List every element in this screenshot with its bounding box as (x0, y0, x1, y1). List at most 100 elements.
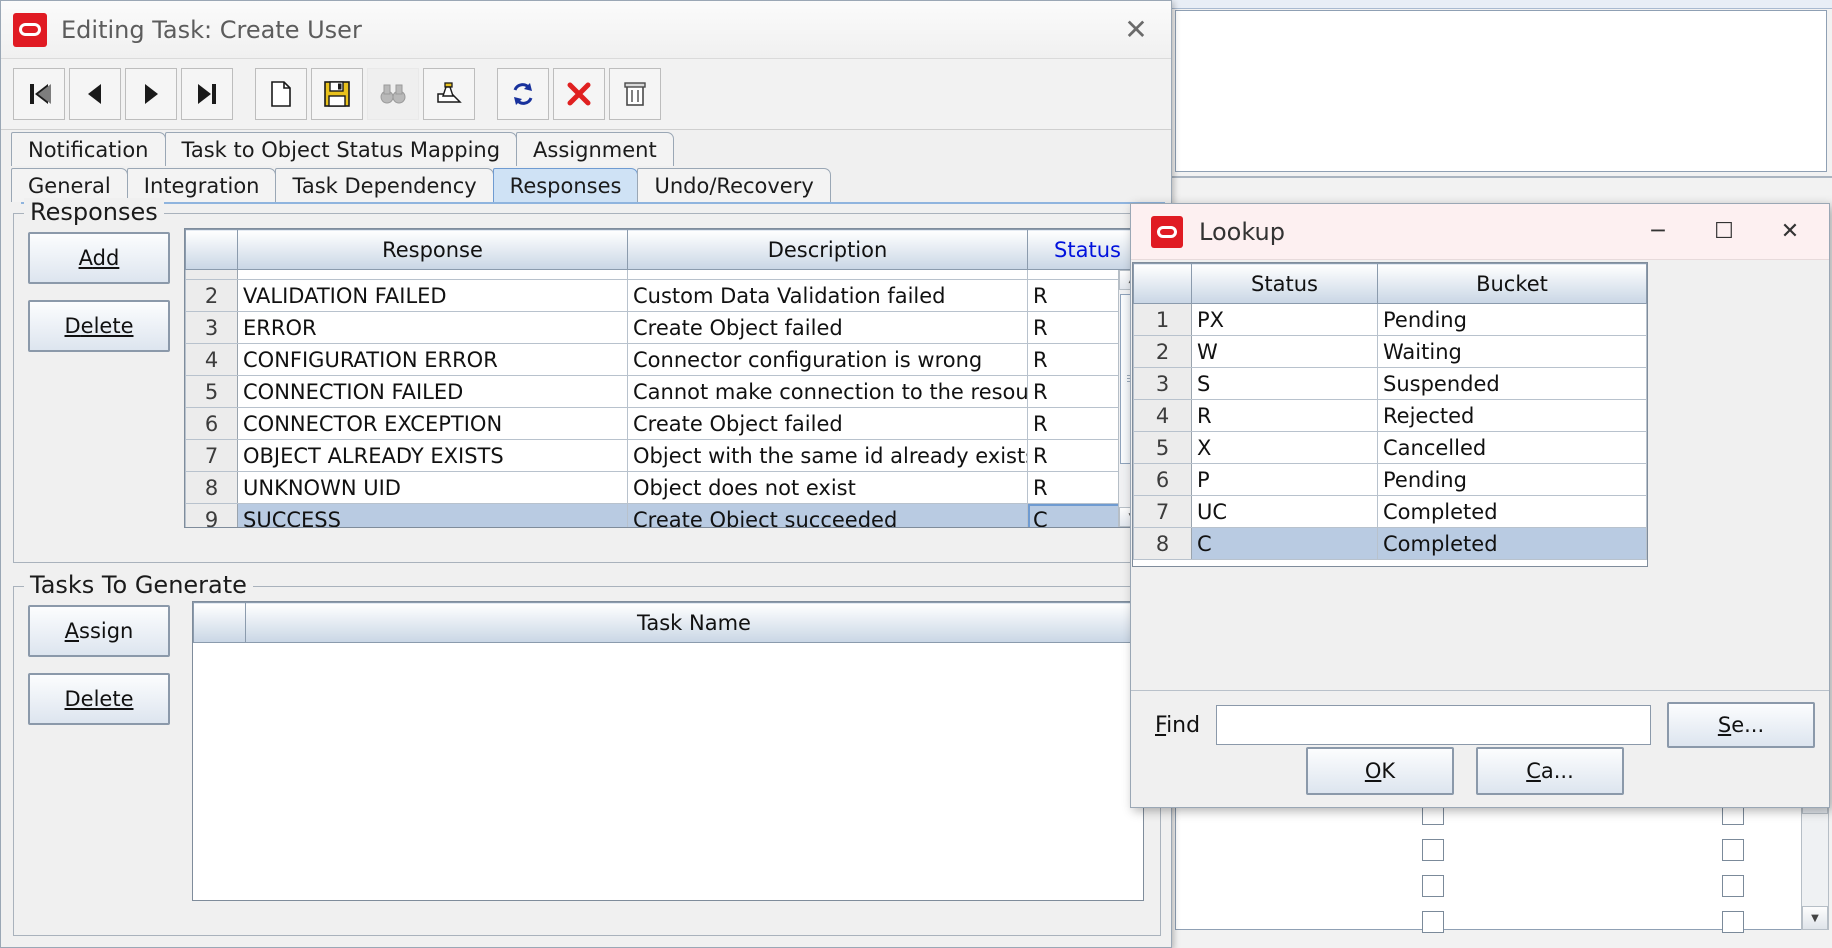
find-button[interactable] (367, 68, 419, 120)
table-row[interactable]: 7 UC Completed (1133, 495, 1647, 528)
trash-button[interactable] (609, 68, 661, 120)
table-row[interactable]: 7 OBJECT ALREADY EXISTS Object with the sa… (185, 439, 1145, 472)
description-cell[interactable]: Create Object succeeded (627, 503, 1028, 527)
description-cell[interactable]: Create Object failed (627, 311, 1028, 344)
find-input[interactable] (1216, 705, 1651, 745)
bucket-cell[interactable]: Pending (1377, 303, 1647, 336)
table-row[interactable] (185, 269, 1145, 280)
row-number-cell[interactable]: 7 (1133, 495, 1192, 528)
delete-button[interactable] (553, 68, 605, 120)
tab-general[interactable]: General (11, 168, 128, 202)
row-number-cell[interactable]: 3 (185, 311, 238, 344)
description-cell[interactable]: Create Object failed (627, 407, 1028, 440)
table-row[interactable]: 4 R Rejected (1133, 399, 1647, 432)
description-cell[interactable] (627, 269, 1028, 280)
description-cell[interactable]: Object with the same id already exists (627, 439, 1028, 472)
row-number-cell[interactable]: 2 (1133, 335, 1192, 368)
table-row[interactable]: 6 P Pending (1133, 463, 1647, 496)
row-number-cell[interactable] (185, 269, 238, 280)
ok-button[interactable]: OK (1306, 747, 1454, 795)
description-cell[interactable]: Cannot make connection to the resource (627, 375, 1028, 408)
responses-table[interactable]: Response Description Status 2 VALIDATION … (184, 228, 1146, 528)
response-cell[interactable]: OBJECT ALREADY EXISTS (237, 439, 628, 472)
row-number-cell[interactable]: 5 (185, 375, 238, 408)
table-row[interactable]: 5 CONNECTION FAILED Cannot make connection… (185, 375, 1145, 408)
row-number-cell[interactable]: 4 (185, 343, 238, 376)
table-row[interactable]: 8 C Completed (1133, 527, 1647, 560)
bucket-cell[interactable]: Suspended (1377, 367, 1647, 400)
responses-delete-button[interactable]: Delete (28, 300, 170, 352)
cancel-button[interactable]: Ca... (1476, 747, 1624, 795)
bucket-cell[interactable]: Completed (1377, 495, 1647, 528)
tab-task-to-object-status-mapping[interactable]: Task to Object Status Mapping (164, 132, 518, 166)
status-cell[interactable]: W (1191, 335, 1378, 368)
maximize-icon[interactable]: ☐ (1691, 205, 1757, 259)
row-number-cell[interactable]: 9 (185, 503, 238, 527)
tasks-table[interactable]: Task Name (192, 601, 1144, 901)
response-cell[interactable] (237, 269, 628, 280)
responses-col-response[interactable]: Response (237, 229, 628, 270)
table-row[interactable]: 2 W Waiting (1133, 335, 1647, 368)
status-cell[interactable]: P (1191, 463, 1378, 496)
save-button[interactable] (311, 68, 363, 120)
lookup-col-status[interactable]: Status (1191, 263, 1378, 304)
report-button[interactable] (423, 68, 475, 120)
table-row[interactable]: 3 S Suspended (1133, 367, 1647, 400)
new-button[interactable] (255, 68, 307, 120)
table-row[interactable]: 3 ERROR Create Object failed R (185, 311, 1145, 344)
tab-undo-recovery[interactable]: Undo/Recovery (637, 168, 831, 202)
close-icon[interactable]: ✕ (1757, 205, 1823, 259)
response-cell[interactable]: SUCCESS (237, 503, 628, 527)
lookup-col-bucket[interactable]: Bucket (1377, 263, 1647, 304)
previous-record-button[interactable] (69, 68, 121, 120)
tab-integration[interactable]: Integration (126, 168, 277, 202)
bucket-cell[interactable]: Cancelled (1377, 431, 1647, 464)
first-record-button[interactable] (13, 68, 65, 120)
search-button[interactable]: Se... (1667, 702, 1815, 748)
row-number-cell[interactable]: 6 (185, 407, 238, 440)
background-scrollbar[interactable]: ▲ ▼ (1801, 790, 1829, 930)
response-cell[interactable]: CONNECTION FAILED (237, 375, 628, 408)
minimize-icon[interactable]: ─ (1625, 205, 1691, 259)
response-cell[interactable]: VALIDATION FAILED (237, 279, 628, 312)
table-row[interactable]: 6 CONNECTOR EXCEPTION Create Object failed… (185, 407, 1145, 440)
responses-col-rownum[interactable] (185, 229, 238, 270)
bucket-cell[interactable]: Pending (1377, 463, 1647, 496)
responses-add-button[interactable]: Add (28, 232, 170, 284)
response-cell[interactable]: UNKNOWN UID (237, 471, 628, 504)
last-record-button[interactable] (181, 68, 233, 120)
close-icon[interactable]: ✕ (1113, 10, 1159, 50)
bucket-cell[interactable]: Waiting (1377, 335, 1647, 368)
response-cell[interactable]: CONNECTOR EXCEPTION (237, 407, 628, 440)
response-cell[interactable]: ERROR (237, 311, 628, 344)
tab-task-dependency[interactable]: Task Dependency (275, 168, 494, 202)
row-number-cell[interactable]: 8 (1133, 527, 1192, 560)
lookup-col-rownum[interactable] (1133, 263, 1192, 304)
tasks-assign-button[interactable]: Assign (28, 605, 170, 657)
status-cell[interactable]: R (1191, 399, 1378, 432)
table-row[interactable]: 2 VALIDATION FAILED Custom Data Validation… (185, 279, 1145, 312)
bucket-cell[interactable]: Completed (1377, 527, 1647, 560)
lookup-table[interactable]: Status Bucket 1 PX Pending 2 W Waiting 3 S Suspe… (1132, 262, 1648, 567)
tab-notification[interactable]: Notification (11, 132, 166, 166)
table-row[interactable]: 9 SUCCESS Create Object succeeded C (185, 503, 1145, 527)
responses-col-description[interactable]: Description (627, 229, 1028, 270)
status-cell[interactable]: UC (1191, 495, 1378, 528)
row-number-cell[interactable]: 3 (1133, 367, 1192, 400)
tab-assignment[interactable]: Assignment (516, 132, 674, 166)
row-number-cell[interactable]: 6 (1133, 463, 1192, 496)
response-cell[interactable]: CONFIGURATION ERROR (237, 343, 628, 376)
description-cell[interactable]: Connector configuration is wrong (627, 343, 1028, 376)
row-number-cell[interactable]: 1 (1133, 303, 1192, 336)
description-cell[interactable]: Custom Data Validation failed (627, 279, 1028, 312)
next-record-button[interactable] (125, 68, 177, 120)
tasks-col-rownum[interactable] (193, 602, 246, 643)
table-row[interactable]: 1 PX Pending (1133, 303, 1647, 336)
description-cell[interactable]: Object does not exist (627, 471, 1028, 504)
row-number-cell[interactable]: 5 (1133, 431, 1192, 464)
tasks-col-task-name[interactable]: Task Name (245, 602, 1143, 643)
status-cell[interactable]: C (1191, 527, 1378, 560)
scroll-down-icon[interactable]: ▼ (1802, 906, 1828, 930)
row-number-cell[interactable]: 4 (1133, 399, 1192, 432)
bucket-cell[interactable]: Rejected (1377, 399, 1647, 432)
